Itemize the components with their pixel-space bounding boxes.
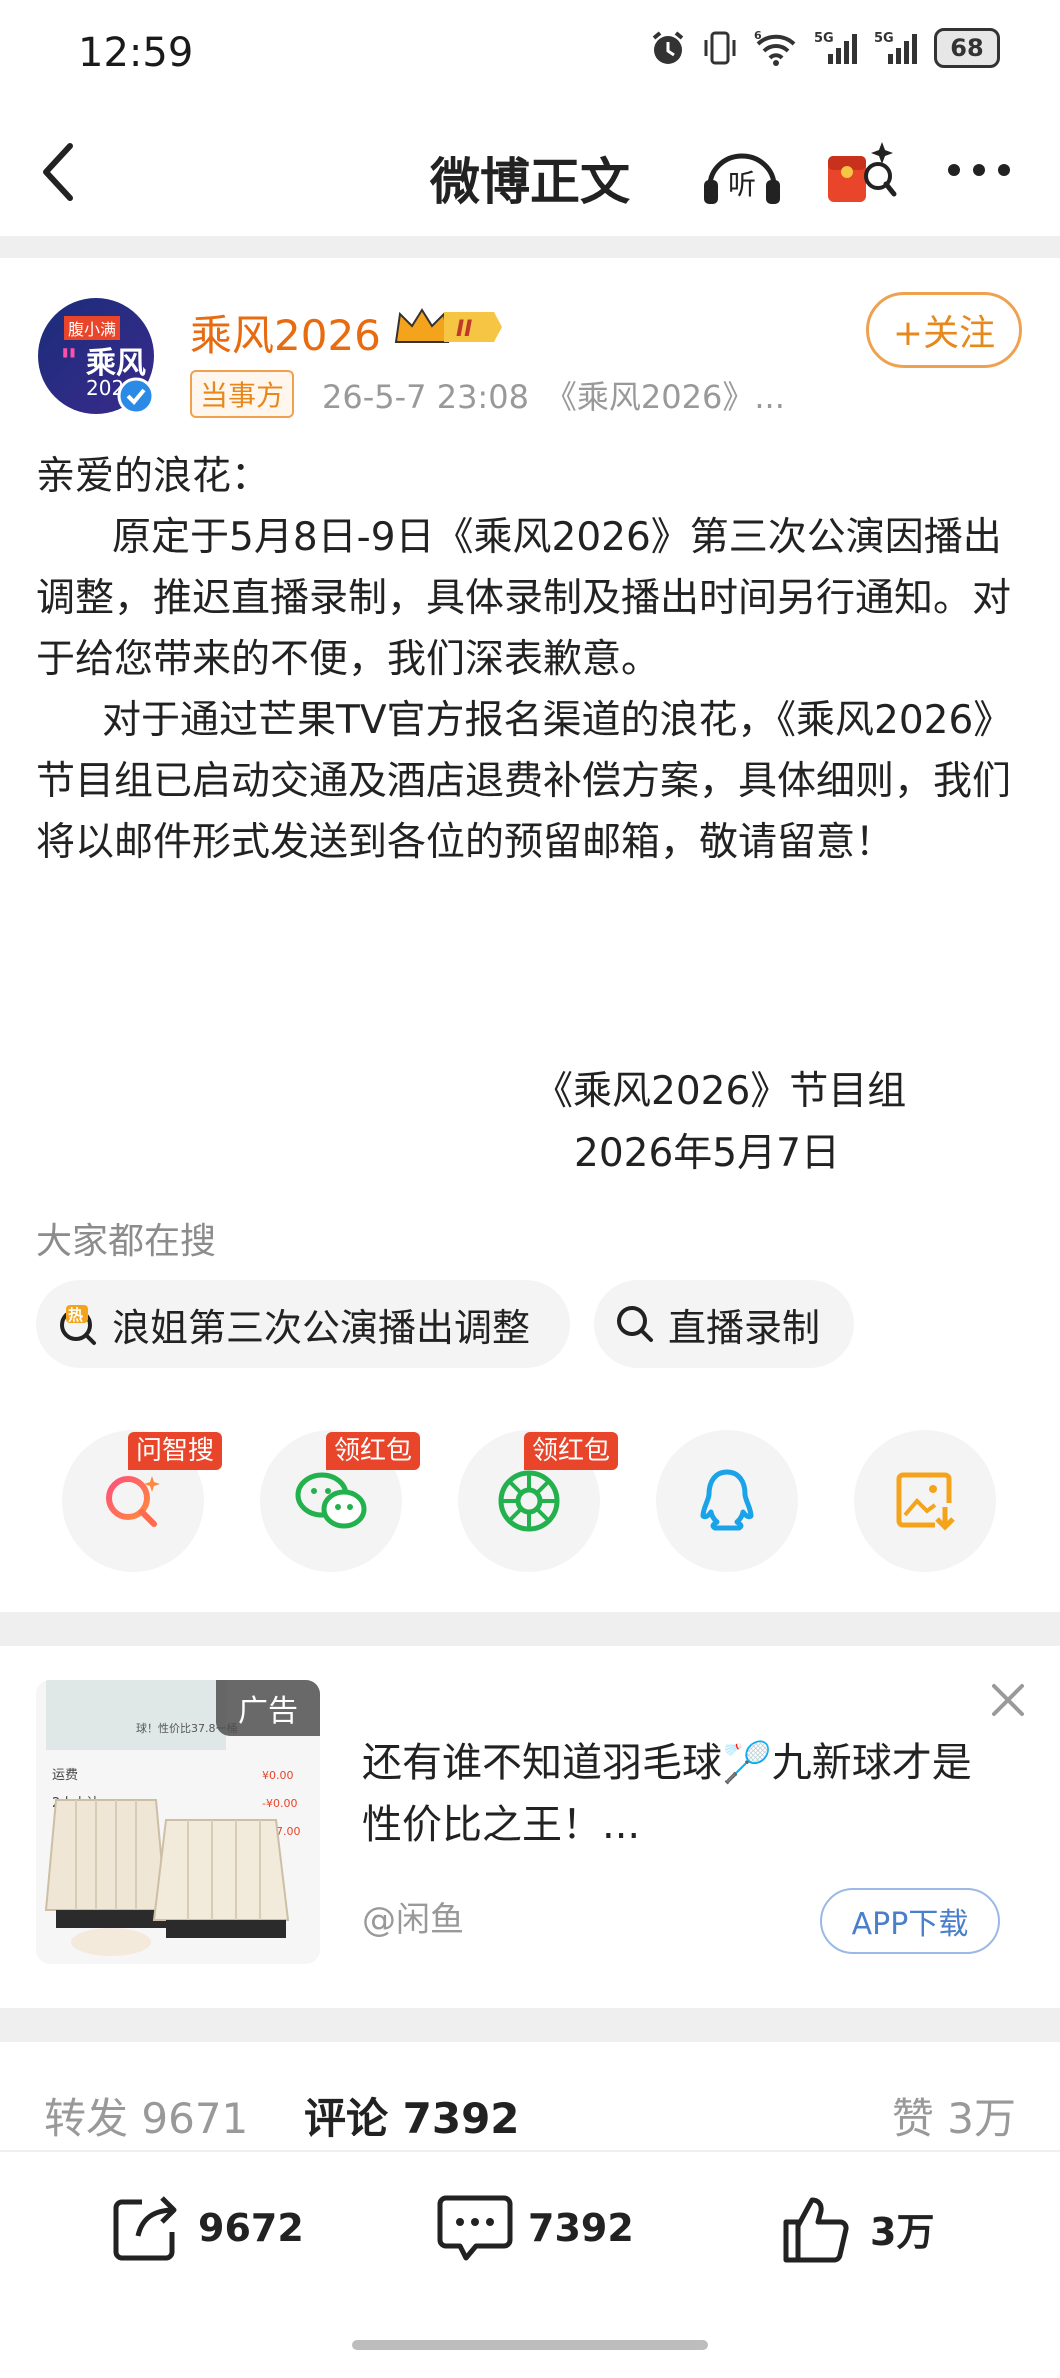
- status-icons: 6 5G 5G 68: [648, 28, 1000, 68]
- share-tag: 问智搜: [128, 1432, 223, 1470]
- ai-search-icon: [106, 1476, 160, 1527]
- signal-5g-icon-2: 5G: [874, 31, 917, 64]
- like-button[interactable]: 3万: [780, 2190, 934, 2266]
- like-count: 3万: [947, 2094, 1016, 2143]
- vibrate-icon: [704, 31, 736, 65]
- status-time: 12:59: [78, 30, 194, 76]
- avatar-mark: ": [60, 342, 78, 382]
- post-date: 2026年5月7日: [574, 1131, 840, 1176]
- post-paragraph: 亲爱的浪花：: [36, 454, 271, 499]
- ad-source[interactable]: @闲鱼: [362, 1892, 464, 1941]
- divider: [0, 1612, 1060, 1646]
- repost-label: 转发: [44, 2094, 129, 2143]
- like-label: 赞: [891, 2094, 934, 2143]
- post-meta: 26-5-7 23:08 《乘风2026》...: [322, 378, 785, 416]
- repost-count: 9671: [141, 2094, 249, 2143]
- repost-button-count: 9672: [198, 2206, 304, 2250]
- search-chip-label: 浪姐第三次公演播出调整: [112, 1305, 531, 1350]
- comment-button[interactable]: 7392: [436, 2190, 634, 2266]
- home-indicator[interactable]: [352, 2340, 708, 2350]
- svg-text:II: II: [456, 317, 472, 342]
- shuttlecock-illustration: [44, 1799, 290, 1956]
- svg-text:5G: 5G: [874, 31, 894, 46]
- signal-5g-icon: 5G: [814, 31, 857, 64]
- moments-icon: [498, 1470, 560, 1532]
- ad-text[interactable]: 还有谁不知道羽毛球🏸九新球才是性价比之王！...: [362, 1732, 1002, 1856]
- battery-indicator: 68: [934, 28, 1000, 68]
- comment-label: 评论: [304, 2094, 389, 2143]
- svg-text:5G: 5G: [814, 31, 834, 46]
- like-icon: [783, 2197, 849, 2263]
- svg-text:6: 6: [754, 29, 762, 42]
- post-paragraph: 对于通过芒果TV官方报名渠道的浪花，《乘风2026》节目组已启动交通及酒店退费补…: [36, 698, 1013, 865]
- wechat-icon: [295, 1472, 367, 1529]
- repost-button[interactable]: 9672: [108, 2190, 304, 2266]
- comment-stat[interactable]: 评论 7392: [304, 2085, 520, 2146]
- search-chip[interactable]: 直播录制: [594, 1280, 854, 1368]
- repost-icon: [113, 2196, 177, 2261]
- ad-label: 广告: [216, 1680, 320, 1736]
- close-icon[interactable]: [984, 1676, 1032, 1724]
- save-image-icon: [896, 1472, 955, 1531]
- share-qq-button[interactable]: [656, 1430, 798, 1572]
- post-body: 亲爱的浪花： 原定于5月8日-9日《乘风2026》第三次公演因播出调整，推迟直播…: [36, 446, 1026, 873]
- post-signature: 《乘风2026》节目组: [534, 1069, 907, 1114]
- ad-image-thumb: [46, 1680, 226, 1750]
- search-icon: [617, 1306, 653, 1342]
- comment-button-count: 7392: [528, 2206, 634, 2250]
- save-image-button[interactable]: [854, 1430, 996, 1572]
- author-name[interactable]: 乘风2026: [190, 302, 381, 363]
- more-icon[interactable]: [944, 160, 1014, 180]
- trending-search-label: 大家都在搜: [36, 1221, 217, 1262]
- divider: [0, 2008, 1060, 2042]
- repost-stat[interactable]: 转发 9671: [44, 2085, 248, 2146]
- share-tag: 领红包: [326, 1432, 421, 1470]
- qq-icon: [700, 1469, 754, 1531]
- like-stat[interactable]: 赞 3万: [892, 2085, 1016, 2146]
- share-tag: 领红包: [524, 1432, 619, 1470]
- comment-count: 7392: [402, 2094, 520, 2143]
- role-badge: 当事方: [190, 370, 295, 418]
- listen-icon[interactable]: 听: [700, 140, 784, 210]
- red-packet-icon[interactable]: [822, 134, 898, 210]
- member-crown-icon: II: [394, 308, 502, 343]
- wifi-icon: 6: [754, 29, 796, 66]
- search-chip[interactable]: 热 浪姐第三次公演播出调整: [36, 1280, 570, 1368]
- post-paragraph: 原定于5月8日-9日《乘风2026》第三次公演因播出调整，推迟直播录制，具体录制…: [36, 515, 1012, 682]
- divider: [0, 236, 1060, 258]
- follow-button[interactable]: +关注: [866, 292, 1022, 368]
- avatar-brand: 腹小满: [64, 316, 121, 340]
- alarm-icon: [652, 31, 684, 64]
- svg-text:热: 热: [68, 1306, 83, 1324]
- like-button-count: 3万: [870, 2209, 935, 2254]
- search-chip-label: 直播录制: [668, 1305, 821, 1350]
- comment-icon: [437, 2195, 513, 2261]
- hot-search-icon: 热: [60, 1305, 96, 1345]
- svg-text:听: 听: [728, 168, 756, 201]
- verified-icon: [117, 377, 155, 415]
- app-download-button[interactable]: APP下载: [820, 1888, 1000, 1954]
- page-title: 微博正文: [430, 153, 630, 211]
